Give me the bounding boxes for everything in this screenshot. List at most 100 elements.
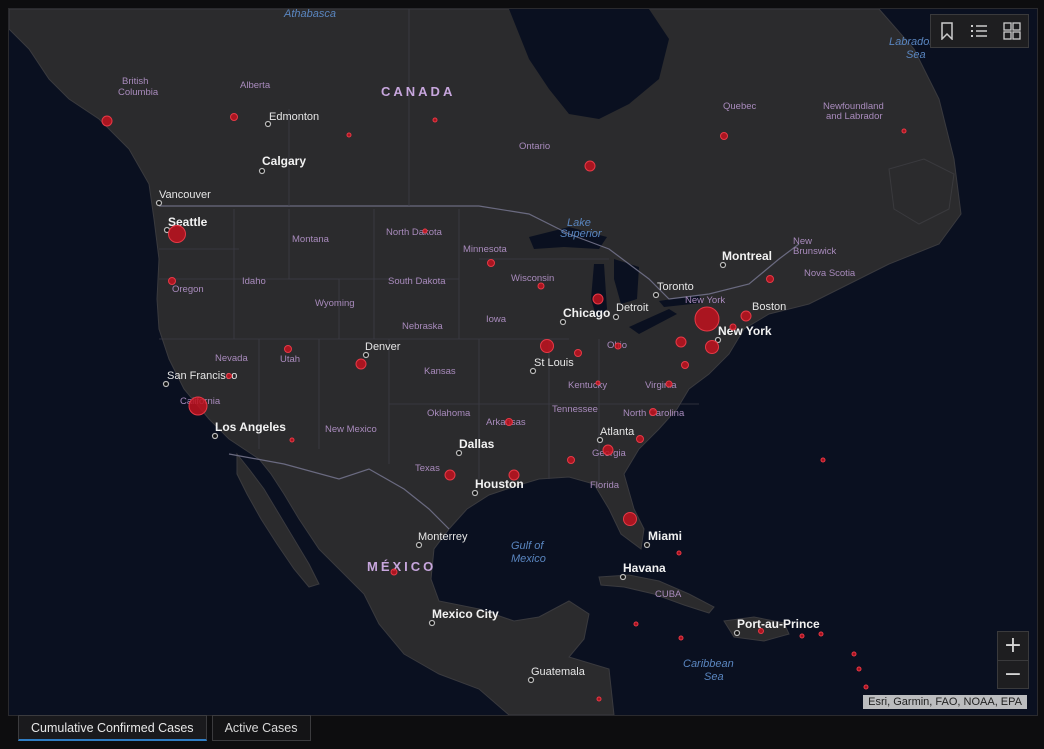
- label-st-louis: St Louis: [534, 357, 574, 369]
- case-bubble[interactable]: [505, 418, 513, 426]
- label-caribbean-sea-1: Caribbean: [683, 658, 734, 670]
- case-bubble[interactable]: [346, 132, 352, 138]
- label-quebec: Quebec: [723, 101, 757, 112]
- case-bubble[interactable]: [168, 277, 176, 285]
- label-florida: Florida: [590, 480, 620, 491]
- map-view[interactable]: Athabasca Labrador Sea Lake Superior Gul…: [8, 8, 1038, 716]
- case-bubble[interactable]: [168, 225, 186, 243]
- case-bubble[interactable]: [592, 293, 604, 305]
- case-bubble[interactable]: [567, 456, 575, 464]
- case-bubble[interactable]: [649, 408, 657, 416]
- case-bubble[interactable]: [636, 435, 644, 443]
- case-bubble[interactable]: [614, 342, 622, 350]
- label-north-dakota: North Dakota: [386, 227, 443, 238]
- case-bubble[interactable]: [676, 550, 682, 556]
- case-bubble[interactable]: [390, 568, 398, 576]
- case-bubble[interactable]: [856, 666, 862, 672]
- case-bubble[interactable]: [444, 469, 456, 481]
- label-gulf-of-mexico-1: Gulf of: [511, 540, 544, 552]
- zoom-out-button[interactable]: −: [998, 659, 1028, 689]
- case-bubble[interactable]: [226, 373, 232, 379]
- case-bubble[interactable]: [766, 275, 774, 283]
- label-south-dakota: South Dakota: [388, 276, 446, 287]
- label-monterrey: Monterrey: [418, 531, 468, 543]
- label-wyoming: Wyoming: [315, 298, 355, 309]
- label-labrador-sea-2: Sea: [906, 49, 926, 61]
- case-bubble[interactable]: [820, 457, 826, 463]
- case-bubble[interactable]: [818, 631, 824, 637]
- case-bubble[interactable]: [432, 117, 438, 123]
- label-los-angeles: Los Angeles: [215, 420, 286, 434]
- bookmark-icon[interactable]: [935, 19, 959, 43]
- case-bubble[interactable]: [901, 128, 907, 134]
- case-bubble[interactable]: [584, 160, 596, 172]
- label-new-brunswick-2: Brunswick: [793, 246, 837, 257]
- case-bubble[interactable]: [720, 132, 728, 140]
- case-bubble[interactable]: [289, 437, 295, 443]
- label-cuba: CUBA: [655, 589, 682, 600]
- case-bubble[interactable]: [678, 635, 684, 641]
- zoom-in-button[interactable]: +: [998, 632, 1028, 660]
- basemap-gallery-icon[interactable]: [1000, 19, 1024, 43]
- label-new-york: New York: [718, 324, 772, 338]
- case-bubble[interactable]: [355, 358, 367, 370]
- case-bubble[interactable]: [729, 323, 737, 331]
- map-attribution: Esri, Garmin, FAO, NOAA, EPA: [863, 695, 1027, 709]
- label-gulf-of-mexico-2: Mexico: [511, 553, 546, 565]
- case-bubble[interactable]: [508, 469, 520, 481]
- basemap[interactable]: Athabasca Labrador Sea Lake Superior Gul…: [9, 9, 1037, 715]
- label-virginia: Virginia: [645, 380, 677, 391]
- label-atlanta: Atlanta: [600, 426, 635, 438]
- case-bubble[interactable]: [675, 336, 687, 348]
- case-bubble[interactable]: [284, 345, 292, 353]
- label-caribbean-sea-2: Sea: [704, 671, 724, 683]
- case-bubble[interactable]: [863, 684, 869, 690]
- label-new-york-state: New York: [685, 295, 725, 306]
- label-new-mexico: New Mexico: [325, 424, 377, 435]
- case-bubble[interactable]: [188, 396, 208, 416]
- case-bubble[interactable]: [602, 444, 614, 456]
- case-bubble[interactable]: [487, 259, 495, 267]
- label-calgary: Calgary: [262, 154, 306, 168]
- label-denver: Denver: [365, 341, 401, 353]
- layer-tabs: Cumulative Confirmed Cases Active Cases: [18, 715, 311, 741]
- case-bubble[interactable]: [623, 512, 637, 526]
- label-iowa: Iowa: [486, 314, 507, 325]
- case-bubble[interactable]: [799, 633, 805, 639]
- case-bubble[interactable]: [740, 310, 752, 322]
- case-bubble[interactable]: [681, 361, 689, 369]
- label-lake-superior-2: Superior: [560, 228, 603, 240]
- case-bubble[interactable]: [633, 621, 639, 627]
- case-bubble[interactable]: [758, 628, 764, 634]
- case-bubble[interactable]: [537, 282, 545, 290]
- label-edmonton: Edmonton: [269, 111, 319, 123]
- label-port-au-prince: Port-au-Prince: [737, 617, 820, 631]
- case-bubble[interactable]: [705, 340, 719, 354]
- label-oklahoma: Oklahoma: [427, 408, 471, 419]
- label-wisconsin: Wisconsin: [511, 273, 554, 284]
- label-athabasca: Athabasca: [283, 9, 336, 20]
- case-bubble[interactable]: [665, 380, 673, 388]
- case-bubble[interactable]: [574, 349, 582, 357]
- case-bubble[interactable]: [595, 380, 601, 386]
- label-chicago: Chicago: [563, 306, 610, 320]
- label-dallas: Dallas: [459, 437, 495, 451]
- case-bubble[interactable]: [596, 696, 602, 702]
- label-havana: Havana: [623, 561, 666, 575]
- label-nebraska: Nebraska: [402, 321, 443, 332]
- label-mexico: MÉXICO: [367, 559, 436, 574]
- case-bubble[interactable]: [101, 115, 113, 127]
- case-bubble[interactable]: [422, 228, 428, 234]
- label-toronto: Toronto: [657, 281, 694, 293]
- case-bubble[interactable]: [230, 113, 238, 121]
- map-toolbar: [930, 14, 1029, 48]
- tab-cumulative-confirmed-cases[interactable]: Cumulative Confirmed Cases: [18, 715, 207, 741]
- case-bubble[interactable]: [694, 306, 720, 332]
- legend-list-icon[interactable]: [967, 19, 991, 43]
- label-utah: Utah: [280, 354, 300, 365]
- label-canada: CANADA: [381, 84, 455, 99]
- tab-active-cases[interactable]: Active Cases: [211, 715, 311, 741]
- label-nova-scotia: Nova Scotia: [804, 268, 856, 279]
- case-bubble[interactable]: [851, 651, 857, 657]
- case-bubble[interactable]: [540, 339, 554, 353]
